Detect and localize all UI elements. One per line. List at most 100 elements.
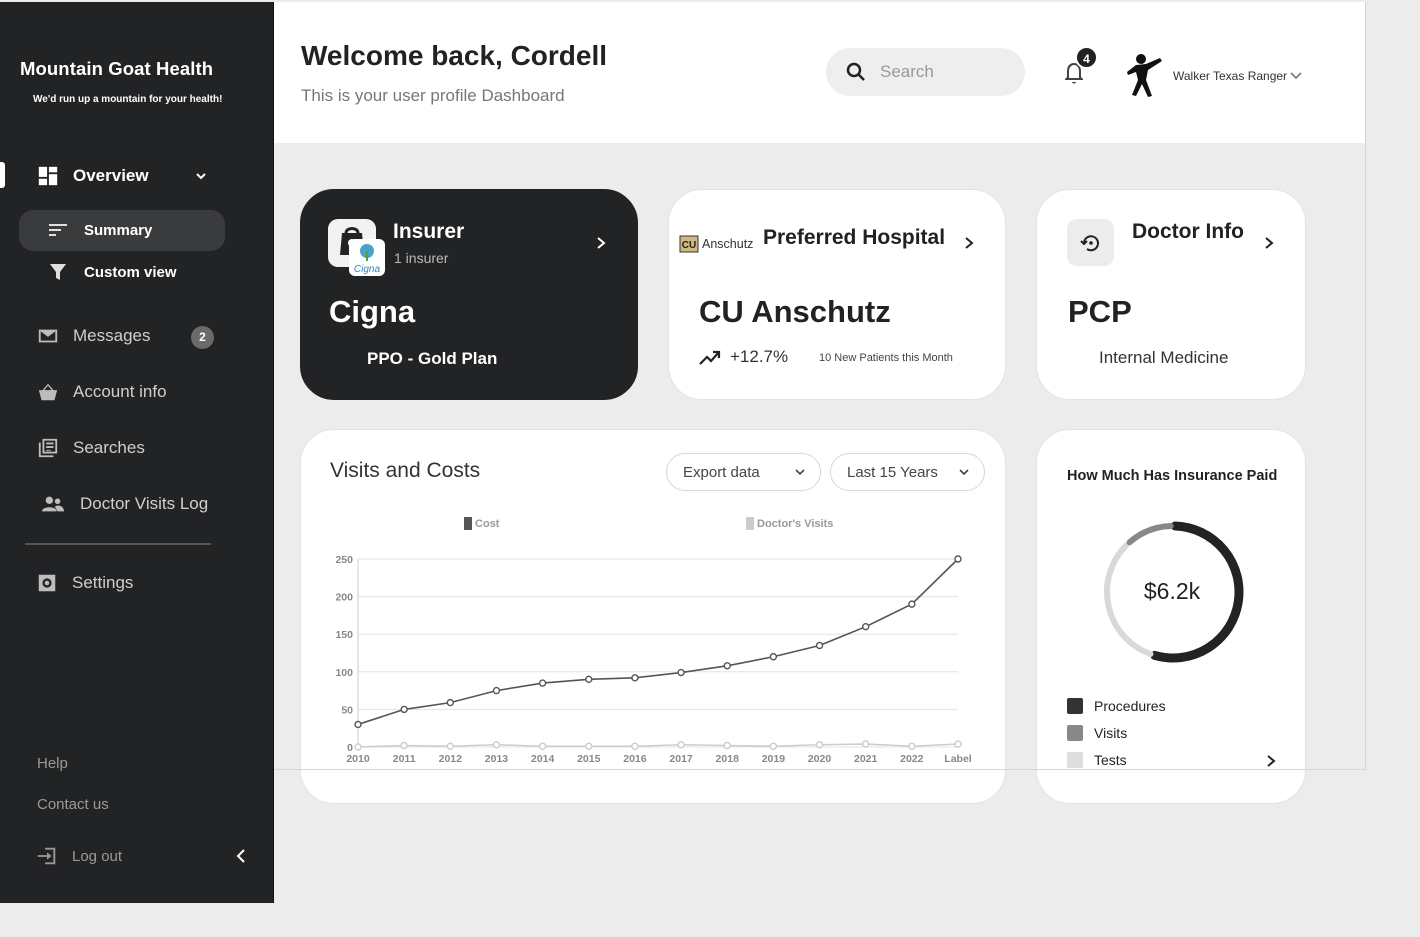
sidebar-subitem-summary[interactable]: Summary [48,220,152,240]
chevron-right-icon[interactable] [594,235,608,251]
y-tick-label: 200 [335,592,353,604]
insurer-name: Cigna [329,294,416,329]
x-tick-label: 2016 [623,753,647,765]
sidebar-item-doctor-visits-log[interactable]: Doctor Visits Log [40,493,208,515]
y-tick-label: 250 [335,554,353,566]
avatar[interactable] [1124,52,1164,98]
frame-guide-line [1365,2,1366,770]
x-tick-label: 2019 [762,753,786,765]
sidebar-item-messages[interactable]: Messages [37,325,150,347]
legend-visits: Visits [1067,725,1127,741]
doctor-info-card[interactable]: Doctor Info PCP Internal Medicine [1036,189,1306,400]
cigna-logo: Cigna [349,239,385,276]
search-input[interactable] [880,62,1010,82]
x-tick-label: 2015 [577,753,601,765]
sidebar-item-searches[interactable]: Searches [37,437,145,459]
library-icon [38,438,58,458]
sidebar-subitem-label: Summary [84,221,153,239]
chevron-right-icon[interactable] [962,235,976,251]
cigna-logo-text: Cigna [354,264,381,275]
data-point [400,741,408,750]
legend-tests: Tests [1067,752,1127,768]
sidebar-item-label: Overview [73,166,149,185]
x-tick-label: 2011 [393,753,416,765]
x-tick-label: 2012 [439,753,463,765]
x-tick-label: 2010 [346,753,370,765]
log-out-button[interactable]: Log out [36,845,122,867]
y-tick-label: 100 [335,667,353,679]
chevron-right-icon[interactable] [1264,753,1278,769]
sidebar-item-overview[interactable]: Overview [37,165,149,187]
anschutz-logo-text: Anschutz [702,237,754,251]
data-point [538,742,547,750]
sidebar-subitem-custom-view[interactable]: Custom view [48,262,177,282]
doctor-specialty: Internal Medicine [1099,348,1229,367]
insurer-card[interactable]: Cigna Insurer 1 insurer Cigna PPO - Gold… [300,189,638,400]
filter-icon [50,264,66,280]
x-tick-label: 2014 [531,753,555,765]
data-point [723,662,731,670]
data-point [908,600,916,608]
search-icon [846,62,865,81]
page-title: Welcome back, Cordell [301,40,608,71]
visits-costs-card: Visits and Costs Export data Last 15 Yea… [300,429,1006,804]
help-link[interactable]: Help [37,755,68,772]
cu-logo-icon: CU [679,235,699,253]
data-point [354,743,362,751]
chevron-down-icon[interactable] [194,169,208,183]
legend-swatch [1067,752,1083,768]
new-patients-note: 10 New Patients this Month [819,352,953,364]
data-point [861,740,870,748]
data-point [631,742,639,750]
data-point [538,679,547,687]
search-box[interactable] [826,48,1025,96]
hospital-card-title: Preferred Hospital [763,226,946,249]
chevron-down-icon[interactable] [1289,70,1303,82]
brand-tagline: We'd run up a mountain for your health! [33,94,223,105]
donut-segment [1126,523,1174,546]
active-indicator [0,162,5,188]
data-point [492,686,501,695]
svg-text:CU: CU [682,240,696,251]
donut-chart [1104,521,1244,663]
messages-count-badge: 2 [191,326,214,349]
chevron-right-icon[interactable] [1262,235,1276,251]
data-point [446,742,455,750]
dashboard-icon [38,166,58,186]
insurer-card-title: Insurer [393,220,465,243]
brand-name: Mountain Goat Health [20,58,214,79]
contact-us-link[interactable]: Contact us [37,796,109,813]
page-subtitle: This is your user profile Dashboard [301,86,565,105]
data-point [446,698,455,707]
data-point [723,741,731,750]
sidebar-item-label: Settings [72,573,134,592]
data-point [354,720,362,729]
people-icon [42,496,64,512]
sidebar-subitem-label: Custom view [84,263,177,281]
data-point [677,741,685,749]
sort-lines-icon [49,224,67,236]
legend-label: Procedures [1094,698,1166,714]
mail-icon [38,329,58,343]
line-chart: 0501001502002502010 2011 2012 2013 2014 2015 2… [335,554,971,765]
doctor-type: PCP [1068,294,1132,329]
y-tick-label: 150 [335,629,353,641]
sidebar-item-account-info[interactable]: Account info [37,381,167,403]
data-point [631,674,639,682]
sidebar-item-label: Messages [73,326,151,345]
log-out-label: Log out [72,847,123,865]
hospital-name: CU Anschutz [699,294,891,329]
data-point [815,741,824,749]
legend-swatch [1067,698,1083,714]
data-point [769,742,778,750]
data-point [908,742,916,750]
data-point [769,653,778,661]
legend-label: Tests [1094,752,1127,768]
gear-icon [38,574,56,592]
legend-label: Visits [1094,725,1128,741]
sidebar-item-settings[interactable]: Settings [36,572,133,594]
user-name[interactable]: Walker Texas Ranger [1173,69,1287,83]
preferred-hospital-card[interactable]: CU Anschutz Preferred Hospital CU Anschu… [668,189,1006,400]
legend-procedures: Procedures [1067,698,1166,714]
collapse-sidebar-icon[interactable] [233,847,249,865]
